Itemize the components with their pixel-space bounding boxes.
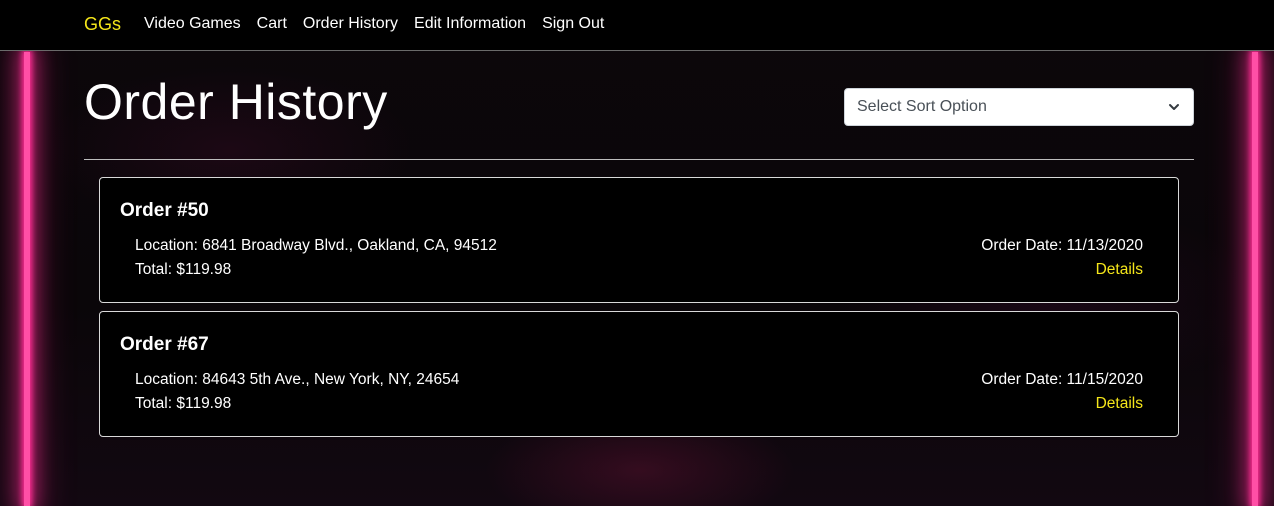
order-date: Order Date: 11/13/2020: [981, 237, 1143, 254]
neon-border-left: [24, 52, 30, 506]
order-list: Order #50 Location: 6841 Broadway Blvd.,…: [99, 177, 1179, 445]
order-total: Total: $119.98: [135, 261, 232, 278]
order-location: Location: 84643 5th Ave., New York, NY, …: [135, 371, 460, 388]
brand-link[interactable]: GGs: [84, 14, 121, 35]
order-card: Order #50 Location: 6841 Broadway Blvd.,…: [99, 177, 1179, 303]
order-location: Location: 6841 Broadway Blvd., Oakland, …: [135, 237, 497, 254]
sort-select[interactable]: Select Sort Option: [844, 88, 1194, 126]
neon-border-right: [1252, 52, 1258, 506]
nav-links: Video Games Cart Order History Edit Info…: [144, 15, 620, 33]
nav-link-edit-information[interactable]: Edit Information: [414, 15, 526, 33]
page-title: Order History: [84, 74, 388, 130]
order-title: Order #67: [120, 334, 209, 355]
nav-link-cart[interactable]: Cart: [257, 15, 287, 33]
nav-link-video-games[interactable]: Video Games: [144, 15, 241, 33]
header-divider: [84, 159, 1194, 160]
nav-link-sign-out[interactable]: Sign Out: [542, 15, 604, 33]
navbar: GGs Video Games Cart Order History Edit …: [0, 0, 1274, 51]
order-card: Order #67 Location: 84643 5th Ave., New …: [99, 311, 1179, 437]
chevron-down-icon: [1167, 100, 1181, 114]
order-date: Order Date: 11/15/2020: [981, 371, 1143, 388]
order-title: Order #50: [120, 200, 209, 221]
order-details-link[interactable]: Details: [1096, 395, 1143, 413]
order-details-link[interactable]: Details: [1096, 261, 1143, 279]
nav-link-order-history[interactable]: Order History: [303, 15, 398, 33]
sort-select-value: Select Sort Option: [857, 98, 987, 115]
order-total: Total: $119.98: [135, 395, 232, 412]
